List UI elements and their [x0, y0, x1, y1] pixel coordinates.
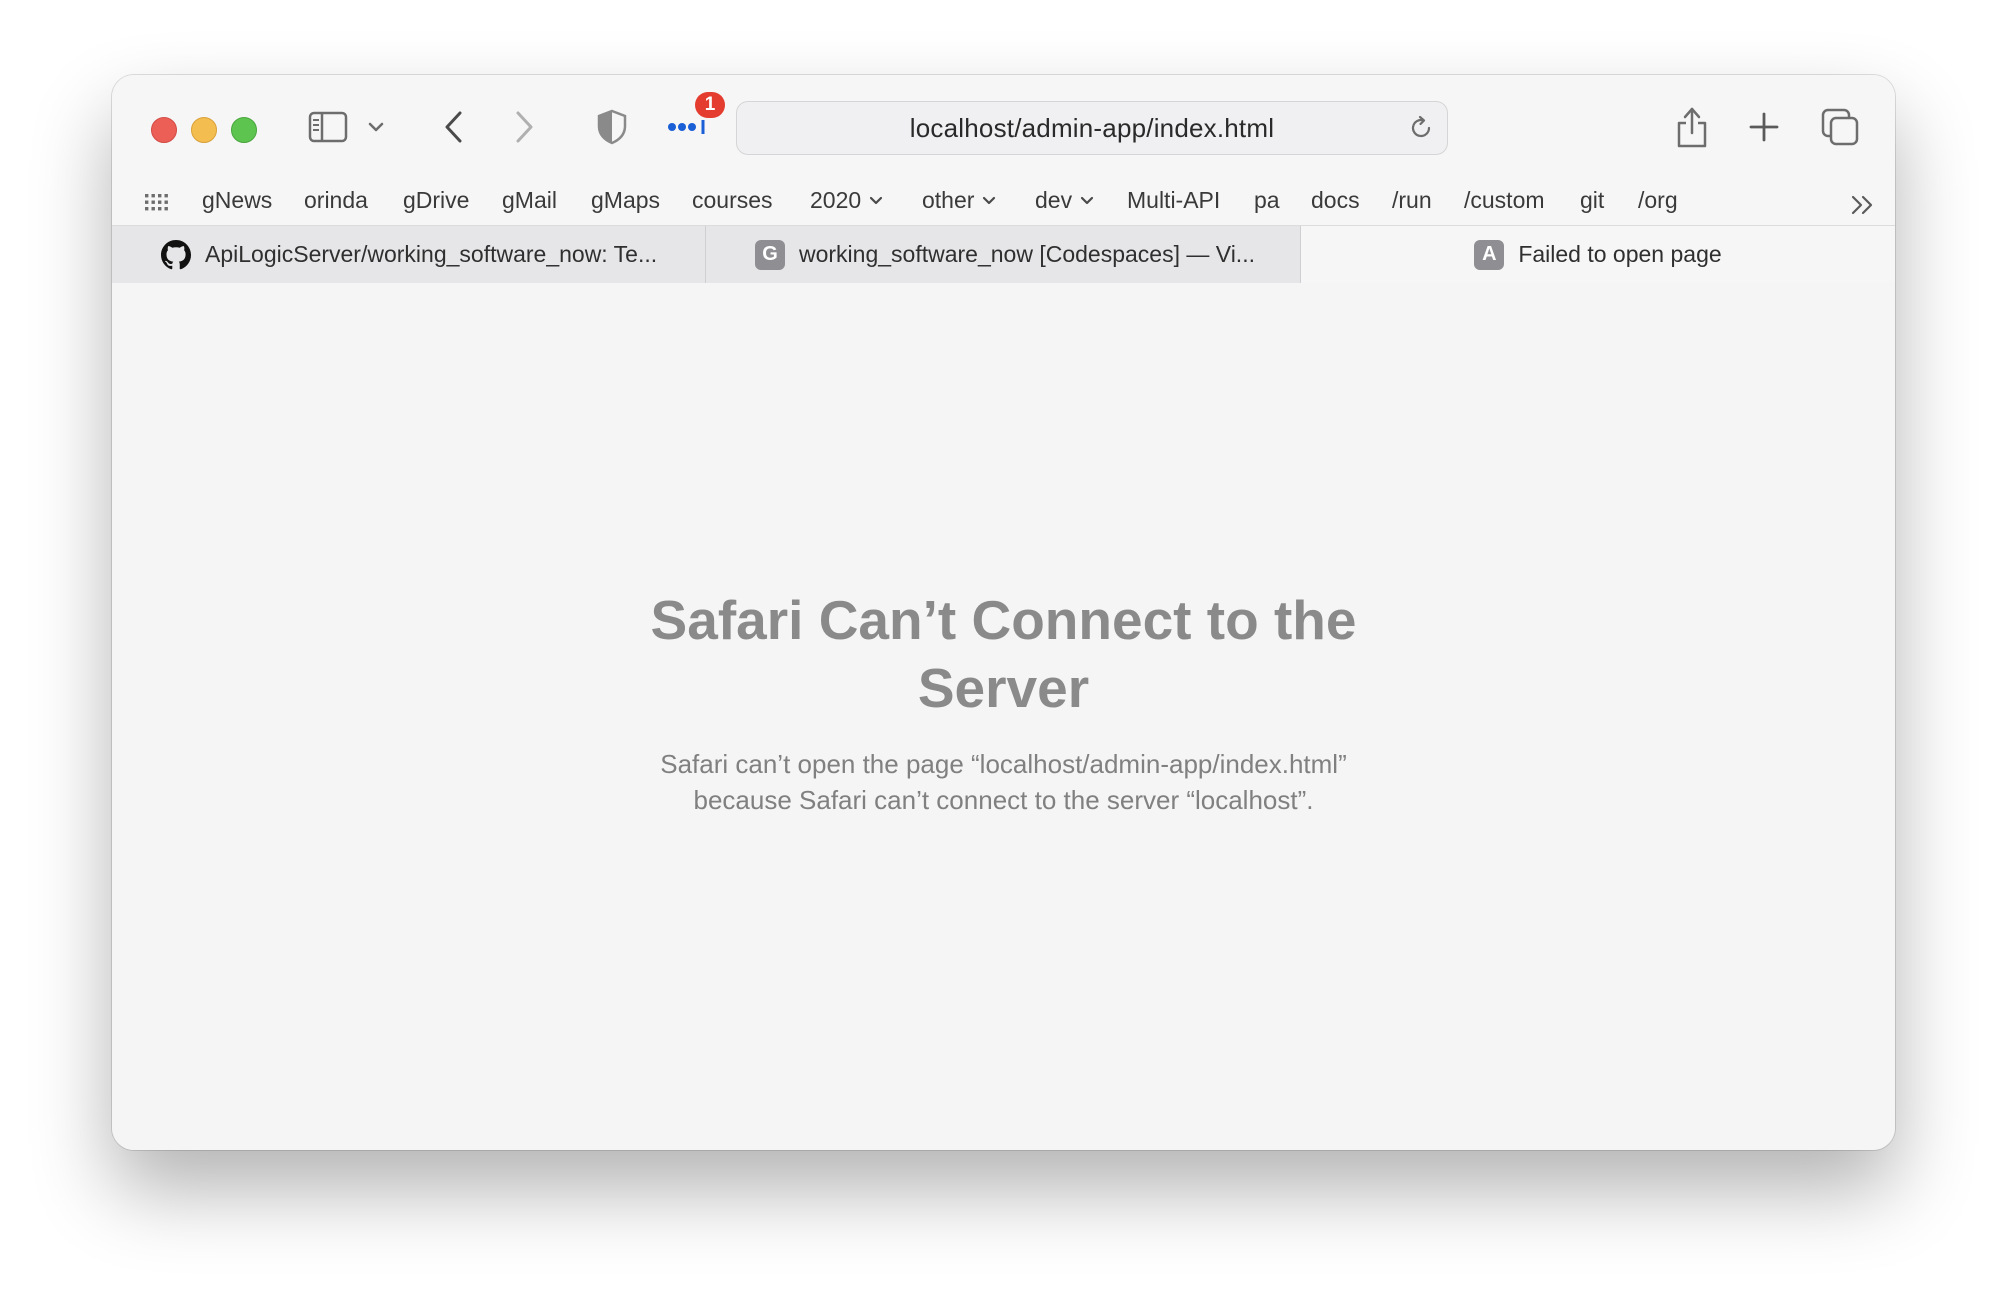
bookmark-label: gMail	[502, 187, 557, 213]
bookmark-label: git	[1580, 187, 1605, 213]
bookmark-label: docs	[1311, 187, 1360, 213]
bookmark-pa[interactable]: pa	[1254, 187, 1280, 214]
tab-title: ApiLogicServer/working_software_now: Te.…	[205, 241, 658, 267]
sidebar-toggle-icon[interactable]	[306, 105, 350, 149]
chevron-down-icon	[1080, 196, 1094, 204]
tab-title: working_software_now [Codespaces] — Vi..…	[799, 241, 1255, 267]
back-arrow-icon[interactable]	[434, 107, 474, 147]
bookmark-multi-api[interactable]: Multi-API	[1127, 187, 1220, 214]
bookmark-label: gDrive	[403, 187, 470, 213]
tab-failed-to-open-page[interactable]: A Failed to open page	[1301, 226, 1895, 283]
tab-apilogicserver[interactable]: ApiLogicServer/working_software_now: Te.…	[112, 226, 706, 283]
chevron-down-icon	[983, 196, 996, 204]
bookmark-folder-2020[interactable]: 2020	[810, 187, 883, 214]
bookmark-custom[interactable]: /custom	[1464, 187, 1545, 214]
bookmark-label: orinda	[304, 187, 368, 213]
error-message-line: Safari can’t open the page “localhost/ad…	[660, 749, 1347, 779]
error-title-line: Safari Can’t Connect to the	[650, 589, 1357, 651]
bookmark-label: other	[922, 187, 975, 213]
extension-badge: 1	[695, 92, 725, 118]
error-title-line: Server	[917, 657, 1090, 719]
minimize-window-button[interactable]	[191, 117, 217, 143]
bookmark-label: /org	[1638, 187, 1678, 213]
bookmark-courses[interactable]: courses	[692, 187, 773, 214]
chevron-down-icon[interactable]	[364, 115, 388, 139]
bookmark-label: /custom	[1464, 187, 1545, 213]
tab-favicon: A	[1474, 239, 1505, 270]
reload-icon[interactable]	[1407, 114, 1435, 149]
bookmark-gmaps[interactable]: gMaps	[591, 187, 660, 214]
bookmark-label: courses	[692, 187, 773, 213]
bookmark-folder-other[interactable]: other	[922, 187, 996, 214]
forward-arrow-icon[interactable]	[504, 107, 544, 147]
bookmark-label: 2020	[810, 187, 862, 213]
error-title: Safari Can’t Connect to the Server	[112, 586, 1895, 722]
github-icon	[161, 239, 191, 270]
bookmark-docs[interactable]: docs	[1311, 187, 1360, 214]
bookmark-gmail[interactable]: gMail	[502, 187, 557, 214]
tab-codespaces[interactable]: G working_software_now [Codespaces] — Vi…	[706, 226, 1301, 283]
bookmark-gnews[interactable]: gNews	[202, 187, 272, 214]
apps-grid-icon[interactable]	[142, 189, 172, 219]
share-icon[interactable]	[1672, 103, 1712, 151]
bookmark-label: /run	[1392, 187, 1432, 213]
chevron-down-icon	[870, 196, 883, 204]
tab-bar: ApiLogicServer/working_software_now: Te.…	[112, 225, 1895, 283]
close-window-button[interactable]	[151, 117, 177, 143]
toolbar: 1 localhost/admin-app/index.html gNews o…	[112, 75, 1895, 283]
address-bar[interactable]: localhost/admin-app/index.html	[736, 101, 1448, 155]
error-message-line: because Safari can’t connect to the serv…	[693, 785, 1314, 815]
bookmark-label: dev	[1035, 187, 1073, 213]
bookmark-label: gNews	[202, 187, 273, 213]
bookmark-org[interactable]: /org	[1638, 187, 1678, 214]
tab-favicon: G	[755, 239, 785, 270]
error-message: Safari can’t open the page “localhost/ad…	[112, 746, 1895, 818]
browser-window: 1 localhost/admin-app/index.html gNews o…	[112, 75, 1895, 1150]
zoom-window-button[interactable]	[231, 117, 257, 143]
password-extension-icon[interactable]	[666, 115, 710, 139]
bookmarks-overflow-chevron-icon[interactable]	[1848, 191, 1878, 219]
bookmark-folder-dev[interactable]: dev	[1035, 187, 1094, 214]
page-content: Safari Can’t Connect to the Server Safar…	[112, 283, 1895, 1150]
bookmark-label: pa	[1254, 187, 1280, 213]
tab-overview-icon[interactable]	[1818, 105, 1862, 149]
new-tab-plus-icon[interactable]	[1746, 109, 1782, 145]
bookmarks-bar: gNews orinda gDrive gMail gMaps courses …	[112, 179, 1895, 225]
url-text: localhost/admin-app/index.html	[909, 112, 1275, 143]
privacy-shield-icon[interactable]	[592, 105, 632, 149]
bookmark-git[interactable]: git	[1580, 187, 1604, 214]
bookmark-label: gMaps	[591, 187, 661, 213]
bookmark-label: Multi-API	[1127, 187, 1221, 213]
bookmark-orinda[interactable]: orinda	[304, 187, 368, 214]
tab-title: Failed to open page	[1518, 241, 1722, 267]
bookmark-gdrive[interactable]: gDrive	[403, 187, 469, 214]
bookmark-run[interactable]: /run	[1392, 187, 1432, 214]
